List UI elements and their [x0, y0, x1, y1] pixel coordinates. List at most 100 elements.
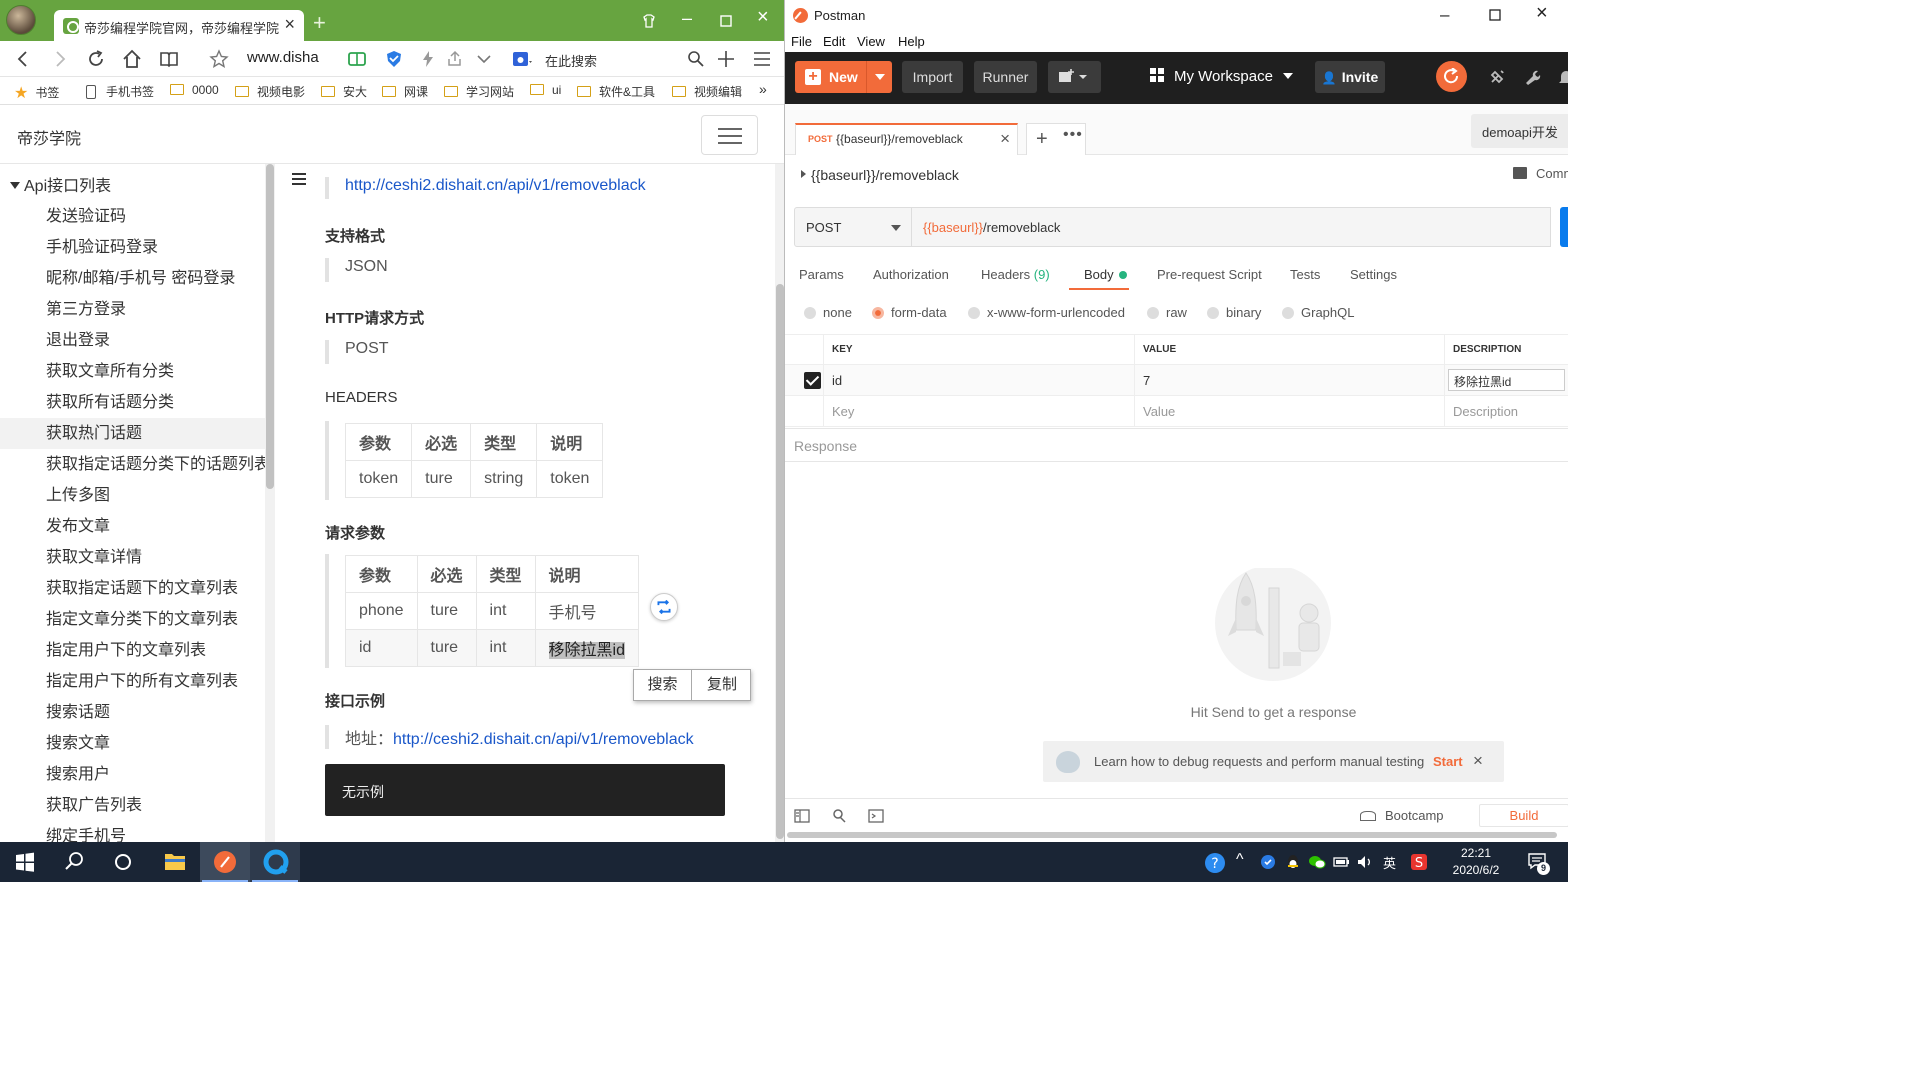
sidebar-item[interactable]: 获取热门话题 — [0, 418, 265, 449]
bookmark-folder[interactable]: ui — [530, 83, 561, 97]
bookmark-folder[interactable]: 0000 — [170, 83, 219, 97]
description-placeholder[interactable]: Description — [1444, 396, 1568, 427]
maximize-icon[interactable] — [1489, 9, 1501, 21]
runner-button[interactable]: Runner — [974, 61, 1037, 93]
close-icon[interactable]: × — [757, 7, 769, 27]
tray-app-icon[interactable] — [1260, 854, 1276, 870]
bookmark-folder[interactable]: 视频电影 — [235, 83, 305, 100]
notification-center[interactable]: 9 — [1527, 852, 1550, 875]
bookmark-folder[interactable]: 网课 — [382, 83, 428, 100]
sidebar-item[interactable]: 昵称/邮箱/手机号 密码登录 — [0, 263, 265, 294]
tab-close-icon[interactable]: × — [284, 15, 295, 33]
sidebar-item[interactable]: 搜索文章 — [0, 728, 265, 759]
sidebar-item[interactable]: 第三方登录 — [0, 294, 265, 325]
new-tab-icon[interactable]: + — [313, 12, 326, 34]
radio-binary[interactable]: binary — [1207, 305, 1261, 320]
browser-taskbar-icon[interactable] — [250, 842, 300, 882]
radio-form-data[interactable]: form-data — [872, 305, 947, 320]
tab-tests[interactable]: Tests — [1290, 267, 1320, 282]
back-icon[interactable] — [13, 49, 33, 69]
menu-edit[interactable]: Edit — [823, 34, 845, 49]
sidebar-item[interactable]: 发布文章 — [0, 511, 265, 542]
sidebar-item[interactable]: 发送验证码 — [0, 201, 265, 232]
sync-button[interactable] — [1436, 61, 1467, 92]
more-icon[interactable]: ••• — [1063, 126, 1083, 144]
sidebar-item[interactable]: 获取指定话题分类下的话题列表 — [0, 449, 265, 480]
wechat-icon[interactable] — [1308, 854, 1326, 870]
sidebar-toggle-icon[interactable] — [794, 808, 810, 824]
sidebar-item[interactable]: 指定用户下的所有文章列表 — [0, 666, 265, 697]
value-placeholder[interactable]: Value — [1134, 396, 1444, 427]
sidebar-item[interactable]: 退出登录 — [0, 325, 265, 356]
workspace-switcher[interactable]: My Workspace — [1150, 68, 1293, 85]
key-cell[interactable]: id — [823, 365, 1134, 396]
tab-headers[interactable]: Headers (9) — [981, 267, 1050, 282]
search-engine-input[interactable]: 在此搜索 — [545, 51, 597, 70]
invite-button[interactable]: 👤 Invite — [1315, 61, 1385, 93]
share-icon[interactable] — [445, 49, 465, 69]
environment-select[interactable]: demoapi开发 — [1471, 114, 1568, 148]
new-tab-icon[interactable]: + — [1036, 128, 1048, 151]
popup-search-button[interactable]: 搜索 — [634, 670, 692, 700]
build-button[interactable]: Build — [1479, 804, 1568, 827]
bookmark-mobile[interactable]: 手机书签 — [86, 83, 154, 100]
method-select[interactable]: POST — [794, 207, 912, 247]
clock[interactable]: 22:21 2020/6/2 — [1450, 845, 1502, 879]
radio-graphql[interactable]: GraphQL — [1282, 305, 1354, 320]
sidebar-item[interactable]: 搜索用户 — [0, 759, 265, 790]
find-icon[interactable] — [831, 808, 847, 824]
api-list-heading[interactable]: Api接口列表 — [10, 172, 111, 196]
chevron-down-icon[interactable] — [474, 49, 494, 69]
description-input[interactable]: 移除拉黑id — [1448, 369, 1565, 391]
sidebar-item[interactable]: 获取文章所有分类 — [0, 356, 265, 387]
volume-icon[interactable] — [1356, 854, 1374, 870]
star-icon[interactable] — [209, 49, 229, 69]
home-icon[interactable] — [122, 49, 142, 69]
sidebar-item[interactable]: 获取所有话题分类 — [0, 387, 265, 418]
minimize-icon[interactable]: – — [1440, 5, 1449, 25]
sidebar-item[interactable]: 指定文章分类下的文章列表 — [0, 604, 265, 635]
read-mode-icon[interactable] — [347, 49, 367, 69]
toc-icon[interactable] — [292, 173, 306, 188]
caret-right-icon[interactable] — [801, 170, 806, 178]
tab-params[interactable]: Params — [799, 267, 844, 282]
reload-icon[interactable] — [86, 49, 106, 69]
menu-view[interactable]: View — [857, 34, 885, 49]
tshirt-icon[interactable] — [642, 14, 656, 28]
bookmark-folder[interactable]: 学习网站 — [444, 83, 514, 100]
send-button[interactable] — [1560, 207, 1568, 247]
new-window-button[interactable] — [1048, 61, 1101, 93]
tab-settings[interactable]: Settings — [1350, 267, 1397, 282]
tab-authorization[interactable]: Authorization — [873, 267, 949, 282]
request-tab[interactable]: POST {{baseurl}}/removeblack × — [795, 123, 1018, 155]
search-icon[interactable] — [686, 49, 706, 69]
satellite-icon[interactable] — [1488, 68, 1506, 86]
shield-icon[interactable] — [384, 49, 404, 69]
radio-x-www-form-urlencoded[interactable]: x-www-form-urlencoded — [968, 305, 1125, 320]
key-placeholder[interactable]: Key — [823, 396, 1134, 427]
task-view-icon[interactable] — [98, 842, 148, 882]
bookmark-star[interactable]: ★ 书签 — [14, 83, 59, 103]
console-icon[interactable] — [868, 808, 884, 824]
new-button[interactable]: + New — [795, 61, 892, 93]
tab-pre-request-script[interactable]: Pre-request Script — [1157, 267, 1262, 282]
tray-expand-icon[interactable]: ^ — [1236, 851, 1244, 869]
reader-icon[interactable] — [159, 49, 179, 69]
help-icon[interactable]: ? — [1204, 852, 1226, 874]
site-title[interactable]: 帝莎学院 — [17, 125, 81, 149]
battery-icon[interactable] — [1333, 854, 1349, 870]
user-avatar[interactable] — [6, 5, 36, 35]
url-input[interactable]: {{baseurl}}/removeblack — [912, 207, 1551, 247]
sogou-icon[interactable]: S — [1410, 853, 1428, 871]
comments-button[interactable]: Comm — [1513, 166, 1568, 181]
example-addr-link[interactable]: http://ceshi2.dishait.cn/api/v1/removebl… — [393, 731, 694, 748]
browser-tab[interactable]: 帝莎编程学院官网，帝莎编程学院专 × — [54, 10, 304, 41]
close-icon[interactable]: × — [1473, 751, 1483, 771]
sidebar-item[interactable]: 指定用户下的文章列表 — [0, 635, 265, 666]
sidebar-item[interactable]: 手机验证码登录 — [0, 232, 265, 263]
bookmarks-more[interactable]: » — [759, 81, 767, 97]
bootcamp-button[interactable]: Bootcamp — [1360, 808, 1444, 823]
api-url-link[interactable]: http://ceshi2.dishait.cn/api/v1/removebl… — [345, 177, 646, 194]
sidebar-item[interactable]: 获取指定话题下的文章列表 — [0, 573, 265, 604]
bookmark-folder[interactable]: 视频编辑 — [672, 83, 742, 100]
